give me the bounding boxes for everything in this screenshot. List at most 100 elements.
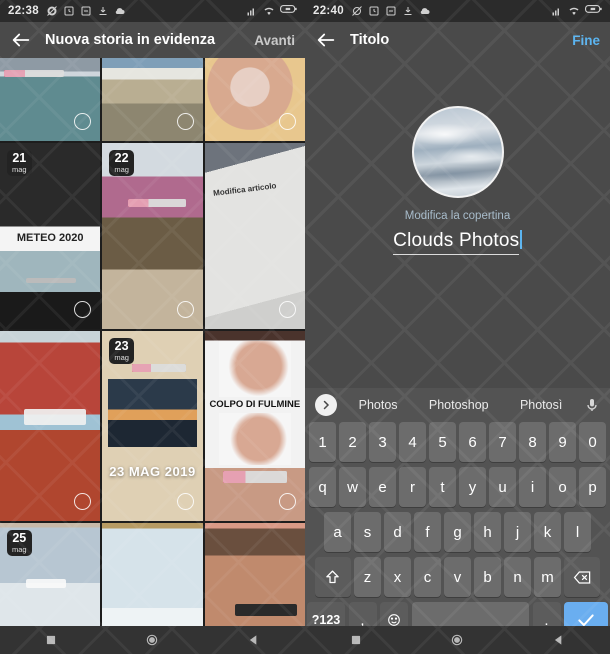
key-p[interactable]: p — [579, 467, 606, 507]
key-1[interactable]: 1 — [309, 422, 336, 462]
title-input-line[interactable]: Clouds Photos — [305, 230, 610, 255]
grid-tile[interactable] — [102, 58, 203, 141]
tile-select-circle[interactable] — [279, 113, 296, 130]
cloud-icon — [114, 5, 126, 17]
key-m[interactable]: m — [534, 557, 561, 597]
wifi-icon — [263, 5, 275, 17]
edit-cover-link[interactable]: Modifica la copertina — [305, 210, 610, 222]
left-phone-screen: 22:38 Nuova storia in evidenza Avanti ME… — [0, 0, 305, 654]
key-k[interactable]: k — [534, 512, 561, 552]
key-2[interactable]: 2 — [339, 422, 366, 462]
key-s[interactable]: s — [354, 512, 381, 552]
triangle-back-icon[interactable] — [552, 633, 566, 647]
back-arrow-icon[interactable] — [315, 29, 337, 51]
cover-thumbnail-wrap[interactable] — [411, 106, 504, 198]
status-bar-left: 22:38 — [0, 0, 305, 22]
key-q[interactable]: q — [309, 467, 336, 507]
clock-icon — [368, 5, 380, 17]
key-n[interactable]: n — [504, 557, 531, 597]
circle-icon[interactable] — [450, 633, 464, 647]
tile-select-circle[interactable] — [176, 113, 194, 130]
key-t[interactable]: t — [429, 467, 456, 507]
date-day: 25 — [12, 531, 27, 545]
key-g[interactable]: g — [444, 512, 471, 552]
key-w[interactable]: w — [339, 467, 366, 507]
tile-select-circle[interactable] — [176, 301, 194, 318]
key-j[interactable]: j — [504, 512, 531, 552]
battery-icon — [585, 5, 602, 17]
key-d[interactable]: d — [384, 512, 411, 552]
key-3[interactable]: 3 — [369, 422, 396, 462]
grid-tile[interactable] — [102, 523, 203, 632]
clouds-cover-thumbnail[interactable] — [411, 106, 504, 198]
key-o[interactable]: o — [549, 467, 576, 507]
grid-tile[interactable]: 23 mag 23 MAG 2019 — [102, 331, 203, 521]
key-l[interactable]: l — [564, 512, 591, 552]
key-0[interactable]: 0 — [579, 422, 606, 462]
done-button[interactable]: Fine — [572, 33, 600, 48]
key-x[interactable]: x — [384, 557, 411, 597]
key-9[interactable]: 9 — [549, 422, 576, 462]
triangle-back-icon[interactable] — [247, 633, 261, 647]
key-h[interactable]: h — [474, 512, 501, 552]
battery-icon — [280, 5, 297, 17]
square-icon[interactable] — [349, 633, 363, 647]
on-screen-keyboard: Photos Photoshop Photosì 1 2 3 4 5 6 7 8… — [305, 388, 610, 638]
key-6[interactable]: 6 — [459, 422, 486, 462]
nav-bar-left — [0, 626, 305, 654]
status-bar-right-icons — [551, 5, 602, 17]
signal-icon — [246, 5, 258, 17]
tile-select-circle[interactable] — [176, 493, 194, 510]
date-chip: 21 mag — [7, 150, 32, 176]
media-grid: METEO 2020 21 mag 22 mag Modifica artico… — [0, 58, 305, 632]
key-b[interactable]: b — [474, 557, 501, 597]
status-bar-time: 22:38 — [8, 5, 39, 17]
chevron-right-icon[interactable] — [315, 393, 337, 416]
backspace-icon[interactable] — [564, 557, 601, 597]
key-f[interactable]: f — [414, 512, 441, 552]
key-5[interactable]: 5 — [429, 422, 456, 462]
alarm-off-icon — [351, 5, 363, 17]
key-z[interactable]: z — [354, 557, 381, 597]
title-input[interactable]: Clouds Photos — [393, 230, 520, 255]
grid-tile[interactable]: 25 mag — [0, 523, 101, 632]
keyboard-row-bottom: z x c v b n m — [305, 557, 610, 597]
grid-tile[interactable] — [0, 331, 101, 521]
tile-select-circle[interactable] — [279, 301, 296, 318]
shift-up-icon[interactable] — [314, 557, 351, 597]
grid-tile[interactable] — [204, 58, 305, 141]
grid-tile[interactable]: Modifica articolo — [204, 143, 305, 329]
suggestion-item[interactable]: Photos — [359, 398, 398, 412]
key-r[interactable]: r — [399, 467, 426, 507]
key-e[interactable]: e — [369, 467, 396, 507]
key-i[interactable]: i — [519, 467, 546, 507]
square-icon[interactable] — [44, 633, 58, 647]
suggestion-item[interactable]: Photoshop — [429, 398, 489, 412]
date-day: 22 — [114, 151, 129, 165]
key-a[interactable]: a — [324, 512, 351, 552]
key-c[interactable]: c — [414, 557, 441, 597]
grid-tile[interactable]: COLPO DI FULMINE — [204, 331, 305, 521]
dual-screenshot-container: 22:38 Nuova storia in evidenza Avanti ME… — [0, 0, 610, 654]
key-u[interactable]: u — [489, 467, 516, 507]
next-button[interactable]: Avanti — [254, 33, 295, 48]
grid-tile[interactable] — [204, 523, 305, 632]
key-8[interactable]: 8 — [519, 422, 546, 462]
page-title: Nuova storia in evidenza — [45, 32, 216, 48]
key-4[interactable]: 4 — [399, 422, 426, 462]
key-v[interactable]: v — [444, 557, 471, 597]
grid-tile[interactable]: METEO 2020 21 mag — [0, 143, 101, 329]
tile-select-circle[interactable] — [279, 493, 296, 510]
back-arrow-icon[interactable] — [10, 29, 32, 51]
nav-bar-right — [305, 626, 610, 654]
microphone-icon[interactable] — [584, 397, 600, 413]
circle-icon[interactable] — [145, 633, 159, 647]
grid-tile[interactable] — [0, 58, 101, 141]
grid-tile[interactable]: 22 mag — [102, 143, 203, 329]
key-y[interactable]: y — [459, 467, 486, 507]
date-chip: 23 mag — [109, 338, 134, 364]
suggestion-item[interactable]: Photosì — [520, 398, 562, 412]
key-7[interactable]: 7 — [489, 422, 516, 462]
download-icon — [402, 5, 414, 17]
date-month: mag — [114, 164, 129, 174]
